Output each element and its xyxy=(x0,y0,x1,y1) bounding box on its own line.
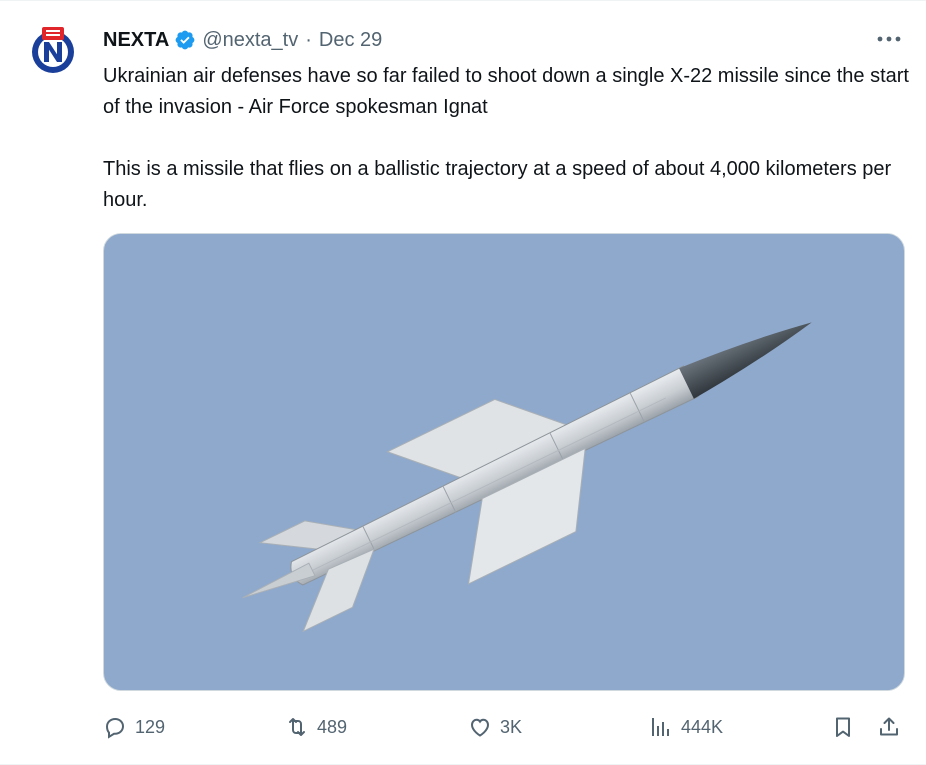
more-dots-icon xyxy=(877,36,901,42)
verified-badge-icon[interactable] xyxy=(174,29,196,51)
author-handle[interactable]: @nextа_tv xyxy=(202,29,298,52)
reply-icon xyxy=(105,717,125,739)
views-count: 444K xyxy=(681,716,724,737)
tweet-text: Ukrainian air defenses have so far faile… xyxy=(103,61,913,216)
header-separator: · xyxy=(305,28,312,51)
bookmark-icon xyxy=(836,717,850,737)
share-button[interactable] xyxy=(877,709,901,745)
tweet-header: NEXTA @nextа_tv · Dec 29 xyxy=(103,27,382,53)
avatar[interactable] xyxy=(28,25,78,75)
tweet-text-paragraph-1: Ukrainian air defenses have so far faile… xyxy=(103,65,909,118)
bookmark-button[interactable] xyxy=(831,709,855,745)
missile-in-sky-icon xyxy=(104,234,904,690)
tweet-text-paragraph-2: This is a missile that flies on a ballis… xyxy=(103,158,892,211)
heart-icon xyxy=(470,718,490,737)
share-icon xyxy=(880,717,898,736)
author-display-name[interactable]: NEXTA xyxy=(103,29,169,52)
like-button[interactable]: 3K xyxy=(468,709,522,745)
repost-count: 489 xyxy=(317,716,348,737)
repost-button[interactable]: 489 xyxy=(285,709,347,745)
like-count: 3K xyxy=(500,716,523,737)
repost-icon xyxy=(289,718,305,736)
tweet-card[interactable]: NEXTA @nextа_tv · Dec 29 Ukrainian air d… xyxy=(0,0,926,765)
reply-button[interactable]: 129 xyxy=(103,709,165,745)
nexta-logo-icon xyxy=(32,27,74,73)
tweet-media-image[interactable] xyxy=(103,233,905,691)
reply-count: 129 xyxy=(135,716,166,737)
tweet-actions-bar: 129 489 3K 444K xyxy=(103,709,905,745)
more-options-button[interactable] xyxy=(876,29,902,49)
analytics-icon xyxy=(652,718,669,736)
tweet-date[interactable]: Dec 29 xyxy=(319,29,382,52)
views-button[interactable]: 444K xyxy=(649,709,723,745)
